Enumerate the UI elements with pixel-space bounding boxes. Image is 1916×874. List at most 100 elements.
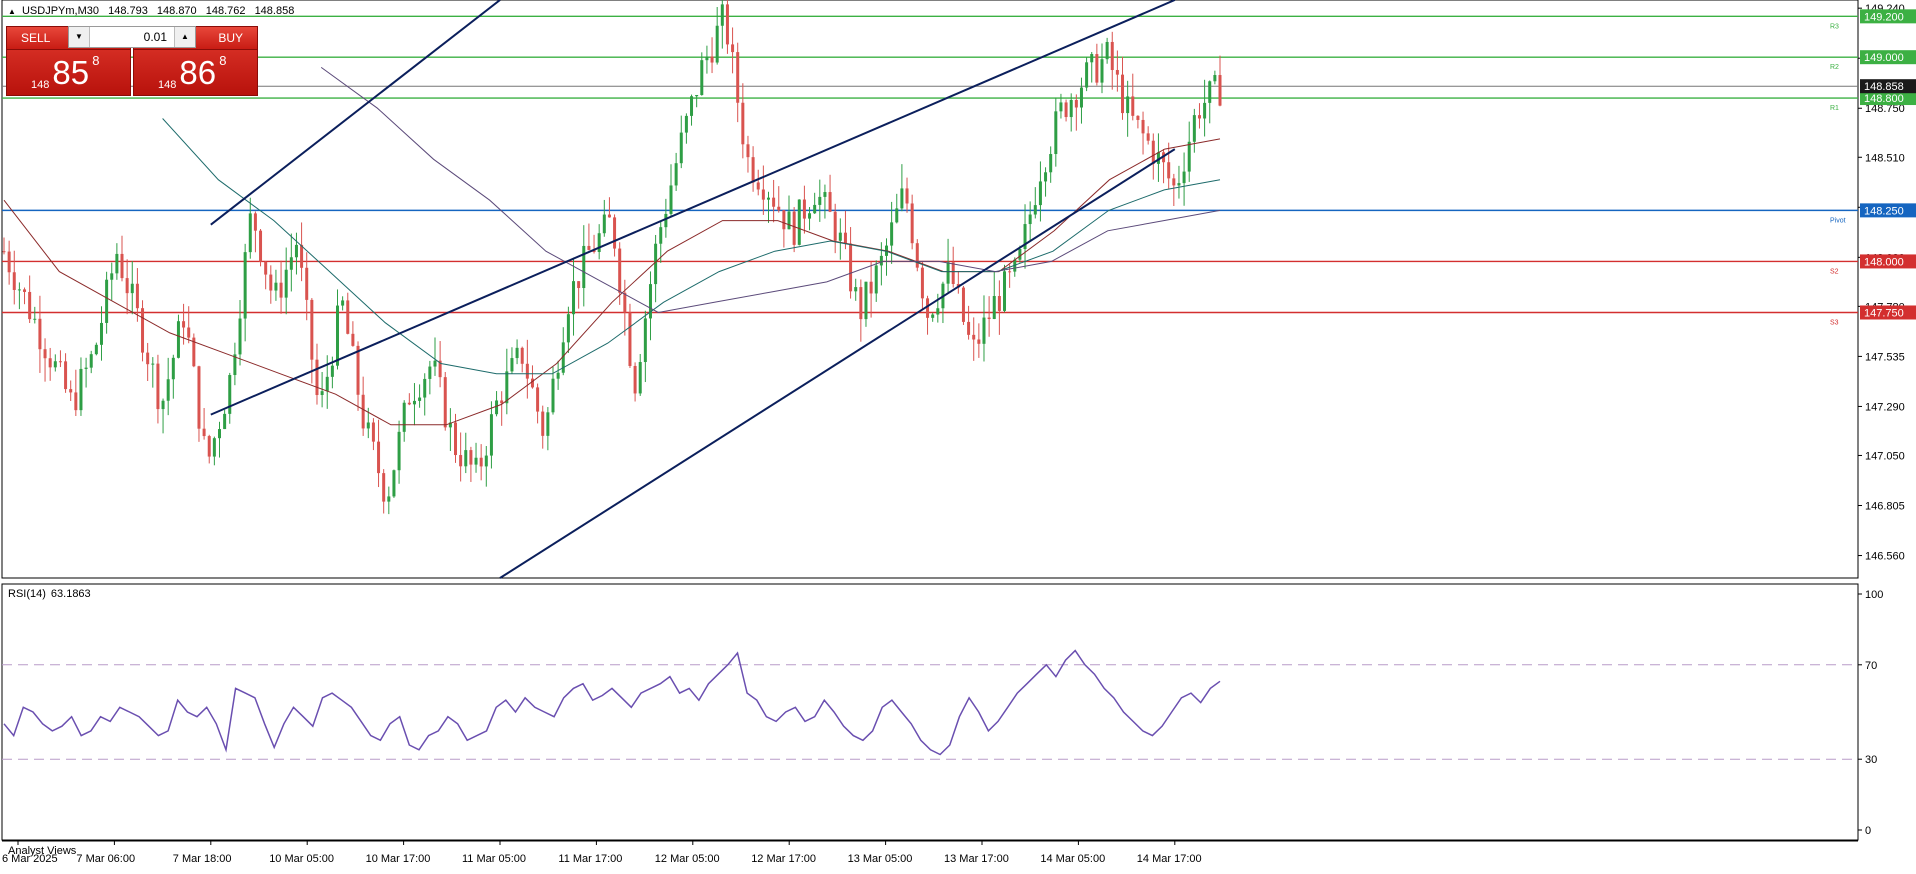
candle-body [843, 232, 847, 244]
candle-body [628, 312, 632, 366]
candle-body [920, 267, 924, 299]
collapse-triangle-icon[interactable]: ▲ [8, 7, 16, 16]
candle-body [43, 349, 47, 359]
candle-body [182, 321, 186, 328]
candle-body [715, 25, 719, 63]
candle-body [1044, 172, 1048, 182]
candle-body [731, 44, 735, 53]
candle-body [736, 52, 740, 103]
candle-body [346, 300, 350, 334]
candle-body [674, 163, 678, 186]
candle-body [818, 196, 822, 205]
candle-body [1115, 70, 1119, 75]
candle-body [320, 391, 324, 396]
candle-body [602, 214, 606, 234]
candle-body [1018, 248, 1022, 260]
candle-body [859, 287, 863, 320]
x-tick-label: 10 Mar 05:00 [269, 853, 334, 865]
candle-body [382, 473, 386, 502]
moving-average-1 [3, 138, 1221, 426]
candle-body [151, 363, 155, 365]
candle-body [146, 352, 150, 365]
candle-body [356, 345, 360, 395]
y-tick-label: 147.290 [1865, 401, 1905, 413]
volume-stepper[interactable]: ▼ 0.01 ▲ [68, 26, 196, 48]
candle-body [648, 284, 652, 319]
candle-body [125, 278, 129, 294]
candle-body [120, 253, 124, 279]
volume-increase-icon[interactable]: ▲ [174, 27, 195, 47]
volume-decrease-icon[interactable]: ▼ [69, 27, 90, 47]
candle-body [58, 361, 62, 363]
candle-body [505, 371, 509, 404]
candle-body [1213, 75, 1217, 82]
candle-body [869, 281, 873, 294]
candle-body [895, 208, 899, 223]
candle-body [110, 273, 114, 280]
candle-body [756, 182, 760, 190]
candle-body [1110, 41, 1114, 71]
candle-body [915, 243, 919, 268]
candle-body [782, 210, 786, 230]
candle-body [623, 292, 627, 313]
candle-body [972, 334, 976, 340]
volume-input[interactable]: 0.01 [91, 27, 173, 47]
pivot-name-s2: S2 [1830, 268, 1839, 275]
candle-body [905, 188, 909, 204]
price-tag-text: 148.000 [1864, 256, 1904, 268]
candle-body [1131, 96, 1135, 116]
candle-body [808, 213, 812, 219]
candle-body [469, 450, 473, 465]
candle-body [541, 411, 545, 436]
moving-average-3 [320, 66, 1221, 314]
candle-body [248, 213, 252, 253]
analyst-views-tab: Analyst Views [8, 845, 77, 857]
chart-header: ▲ USDJPYm,M30 148.793 148.870 148.762 14… [8, 5, 300, 17]
candle-body [377, 441, 381, 474]
candle-body [761, 189, 765, 200]
candle-body [464, 450, 468, 467]
candle-body [1218, 75, 1222, 106]
candle-body [48, 358, 52, 368]
candle-body [1085, 62, 1089, 88]
candle-body [23, 289, 27, 292]
candle-body [289, 257, 293, 270]
candle-body [684, 115, 688, 133]
candle-body [1033, 205, 1037, 215]
candle-body [879, 255, 883, 266]
candle-body [371, 422, 375, 442]
candle-body [546, 412, 550, 436]
x-tick-label: 12 Mar 05:00 [655, 853, 720, 865]
candle-body [1121, 74, 1125, 114]
price-tag-text: 148.800 [1864, 93, 1904, 105]
candle-body [1095, 54, 1099, 83]
x-tick-label: 7 Mar 06:00 [76, 853, 135, 865]
candle-body [489, 414, 493, 456]
candle-body [936, 308, 940, 315]
candle-body [156, 363, 160, 410]
candle-body [253, 213, 257, 231]
candle-body [772, 197, 776, 207]
candle-body [536, 387, 540, 412]
candle-body [849, 243, 853, 292]
candle-body [105, 279, 109, 323]
candle-body [797, 199, 801, 245]
pivot-name-r2: R2 [1830, 64, 1839, 71]
candle-body [402, 402, 406, 432]
candle-body [1197, 115, 1201, 119]
candle-body [633, 365, 637, 394]
x-tick-label: 14 Mar 05:00 [1040, 853, 1105, 865]
candle-body [1069, 99, 1073, 118]
candle-body [1105, 41, 1109, 60]
rsi-line [3, 649, 1221, 756]
candle-body [284, 269, 288, 298]
candle-body [300, 244, 304, 268]
x-tick-label: 13 Mar 05:00 [848, 853, 913, 865]
rsi-plot-frame [1, 583, 1859, 841]
candle-body [520, 347, 524, 364]
price-tag-r2: 149.000 [1860, 50, 1916, 65]
candle-body [1146, 133, 1150, 141]
candle-body [654, 243, 658, 285]
candle-body [1208, 81, 1212, 103]
candle-body [28, 291, 32, 320]
